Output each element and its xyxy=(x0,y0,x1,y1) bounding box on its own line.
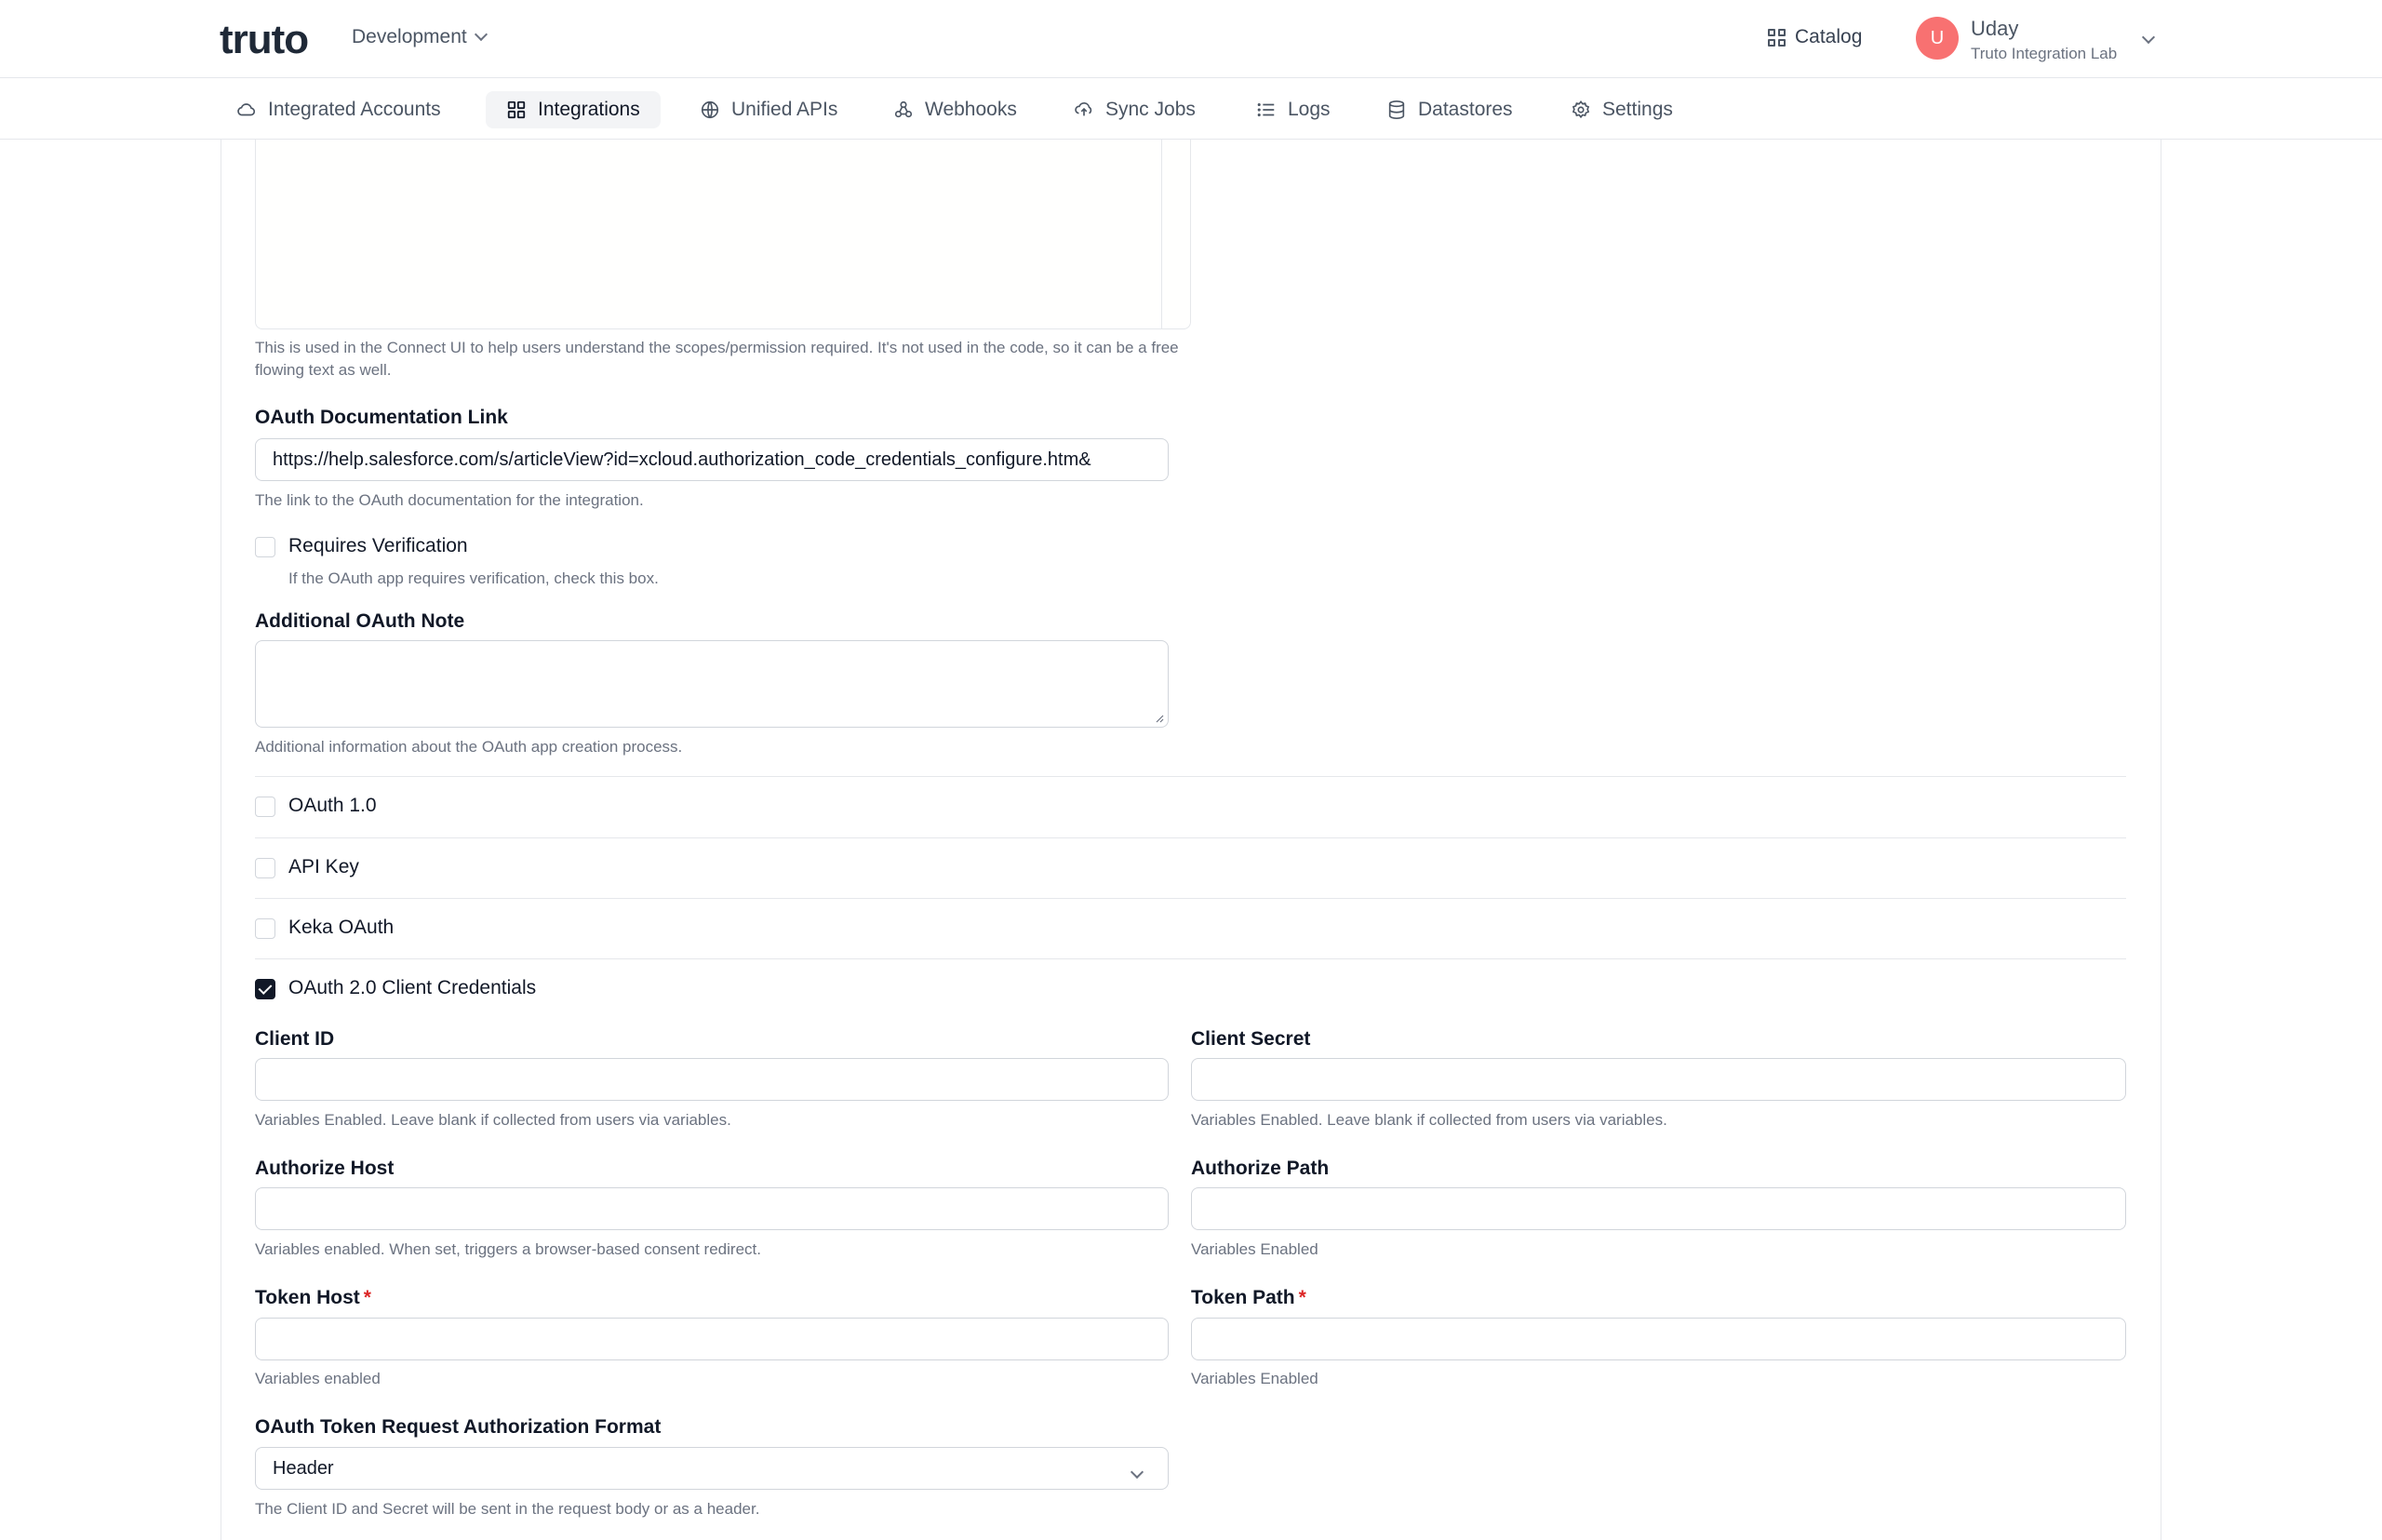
globe-icon xyxy=(700,100,720,120)
additional-note-textarea[interactable] xyxy=(255,640,1169,728)
token-host-label: Token Host * xyxy=(255,1287,371,1309)
client-id-input[interactable] xyxy=(255,1058,1169,1101)
token-host-input[interactable] xyxy=(255,1318,1169,1360)
token-path-help: Variables Enabled xyxy=(1191,1370,1318,1387)
requires-verification-label[interactable]: Requires Verification xyxy=(288,535,468,557)
logo-text: truto xyxy=(220,17,309,62)
divider xyxy=(255,898,2126,899)
tab-sync-jobs[interactable]: Sync Jobs xyxy=(1053,91,1216,128)
token-host-help: Variables enabled xyxy=(255,1370,381,1387)
oauth-doc-link-label: OAuth Documentation Link xyxy=(255,407,508,428)
user-org: Truto Integration Lab xyxy=(1971,45,2118,62)
nav-label: Sync Jobs xyxy=(1105,99,1196,120)
nav-label: Integrations xyxy=(538,99,640,120)
nav-label: Unified APIs xyxy=(731,99,838,120)
tab-datastores[interactable]: Datastores xyxy=(1366,91,1533,128)
tab-unified-apis[interactable]: Unified APIs xyxy=(679,91,858,128)
token-auth-format-select[interactable]: Header xyxy=(255,1447,1169,1490)
authorize-path-input[interactable] xyxy=(1191,1187,2126,1230)
token-auth-format-help: The Client ID and Secret will be sent in… xyxy=(255,1500,760,1518)
chevron-down-icon xyxy=(474,27,488,42)
api-key-label[interactable]: API Key xyxy=(288,856,359,878)
cloud-sync-icon xyxy=(1074,100,1094,120)
chevron-down-icon xyxy=(2141,30,2156,45)
nav-label: Logs xyxy=(1288,99,1331,120)
divider xyxy=(255,837,2126,838)
avatar-initial: U xyxy=(1930,27,1945,48)
authorize-host-help: Variables enabled. When set, triggers a … xyxy=(255,1240,761,1258)
list-icon xyxy=(1256,100,1277,120)
nav-label: Webhooks xyxy=(925,99,1017,120)
api-key-checkbox[interactable] xyxy=(255,858,275,878)
main-nav: Integrated Accounts Integrations Unified… xyxy=(0,78,2382,140)
token-path-label-text: Token Path xyxy=(1191,1287,1295,1308)
additional-note-help: Additional information about the OAuth a… xyxy=(255,738,683,756)
client-secret-label: Client Secret xyxy=(1191,1028,1311,1050)
catalog-label: Catalog xyxy=(1795,26,1863,47)
requires-verification-help: If the OAuth app requires verification, … xyxy=(288,569,659,587)
catalog-button[interactable]: Catalog xyxy=(1768,26,1862,48)
client-id-label: Client ID xyxy=(255,1028,335,1050)
avatar[interactable]: U xyxy=(1916,17,1959,60)
keka-oauth-label[interactable]: Keka OAuth xyxy=(288,917,394,939)
user-menu-toggle[interactable] xyxy=(2141,30,2156,47)
database-icon xyxy=(1386,100,1407,120)
required-mark: * xyxy=(1298,1287,1306,1308)
authorize-path-help: Variables Enabled xyxy=(1191,1240,1318,1258)
tab-integrated-accounts[interactable]: Integrated Accounts xyxy=(216,91,462,128)
client-secret-input[interactable] xyxy=(1191,1058,2126,1101)
token-auth-format-value: Header xyxy=(273,1457,334,1479)
chevron-down-icon xyxy=(1130,1461,1144,1482)
nav-label: Datastores xyxy=(1418,99,1513,120)
tab-settings[interactable]: Settings xyxy=(1550,91,1693,128)
keka-oauth-checkbox[interactable] xyxy=(255,918,275,939)
token-path-label: Token Path * xyxy=(1191,1287,1306,1309)
divider xyxy=(255,958,2126,959)
scopes-textarea[interactable] xyxy=(255,140,1191,329)
user-name[interactable]: Uday xyxy=(1971,17,2018,41)
client-secret-help: Variables Enabled. Leave blank if collec… xyxy=(1191,1111,1667,1129)
grid-icon xyxy=(1768,28,1786,47)
grid-icon xyxy=(506,100,527,120)
nav-label: Integrated Accounts xyxy=(268,99,441,120)
environment-label: Development xyxy=(352,26,467,47)
oauth2-client-credentials-label[interactable]: OAuth 2.0 Client Credentials xyxy=(288,977,536,999)
authorize-host-label: Authorize Host xyxy=(255,1158,395,1179)
oauth1-checkbox[interactable] xyxy=(255,797,275,817)
token-path-input[interactable] xyxy=(1191,1318,2126,1360)
nav-label: Settings xyxy=(1602,99,1673,120)
additional-note-label: Additional OAuth Note xyxy=(255,610,465,632)
webhook-icon xyxy=(893,100,914,120)
oauth-doc-link-help: The link to the OAuth documentation for … xyxy=(255,491,644,509)
cloud-icon xyxy=(236,100,257,120)
top-bar: truto Development Catalog U Uday Truto I… xyxy=(0,0,2382,78)
token-auth-format-label: OAuth Token Request Authorization Format xyxy=(255,1416,662,1438)
authorize-host-input[interactable] xyxy=(255,1187,1169,1230)
tab-webhooks[interactable]: Webhooks xyxy=(873,91,1037,128)
authorize-path-label: Authorize Path xyxy=(1191,1158,1330,1179)
oauth-doc-link-input[interactable]: https://help.salesforce.com/s/articleVie… xyxy=(255,438,1169,481)
token-host-label-text: Token Host xyxy=(255,1287,360,1308)
divider xyxy=(255,776,2126,777)
oauth1-label[interactable]: OAuth 1.0 xyxy=(288,795,377,817)
tab-integrations[interactable]: Integrations xyxy=(486,91,661,128)
requires-verification-checkbox[interactable] xyxy=(255,537,275,557)
client-id-help: Variables Enabled. Leave blank if collec… xyxy=(255,1111,731,1129)
tab-logs[interactable]: Logs xyxy=(1236,91,1351,128)
gear-icon xyxy=(1571,100,1591,120)
oauth2-client-credentials-checkbox[interactable] xyxy=(255,979,275,999)
environment-switcher[interactable]: Development xyxy=(352,26,488,48)
oauth-doc-link-value: https://help.salesforce.com/s/articleVie… xyxy=(273,449,1091,470)
truto-logo[interactable]: truto xyxy=(220,17,309,63)
resize-handle-icon[interactable] xyxy=(1155,714,1164,723)
required-mark: * xyxy=(363,1287,371,1308)
scopes-help: This is used in the Connect UI to help u… xyxy=(255,339,1179,379)
